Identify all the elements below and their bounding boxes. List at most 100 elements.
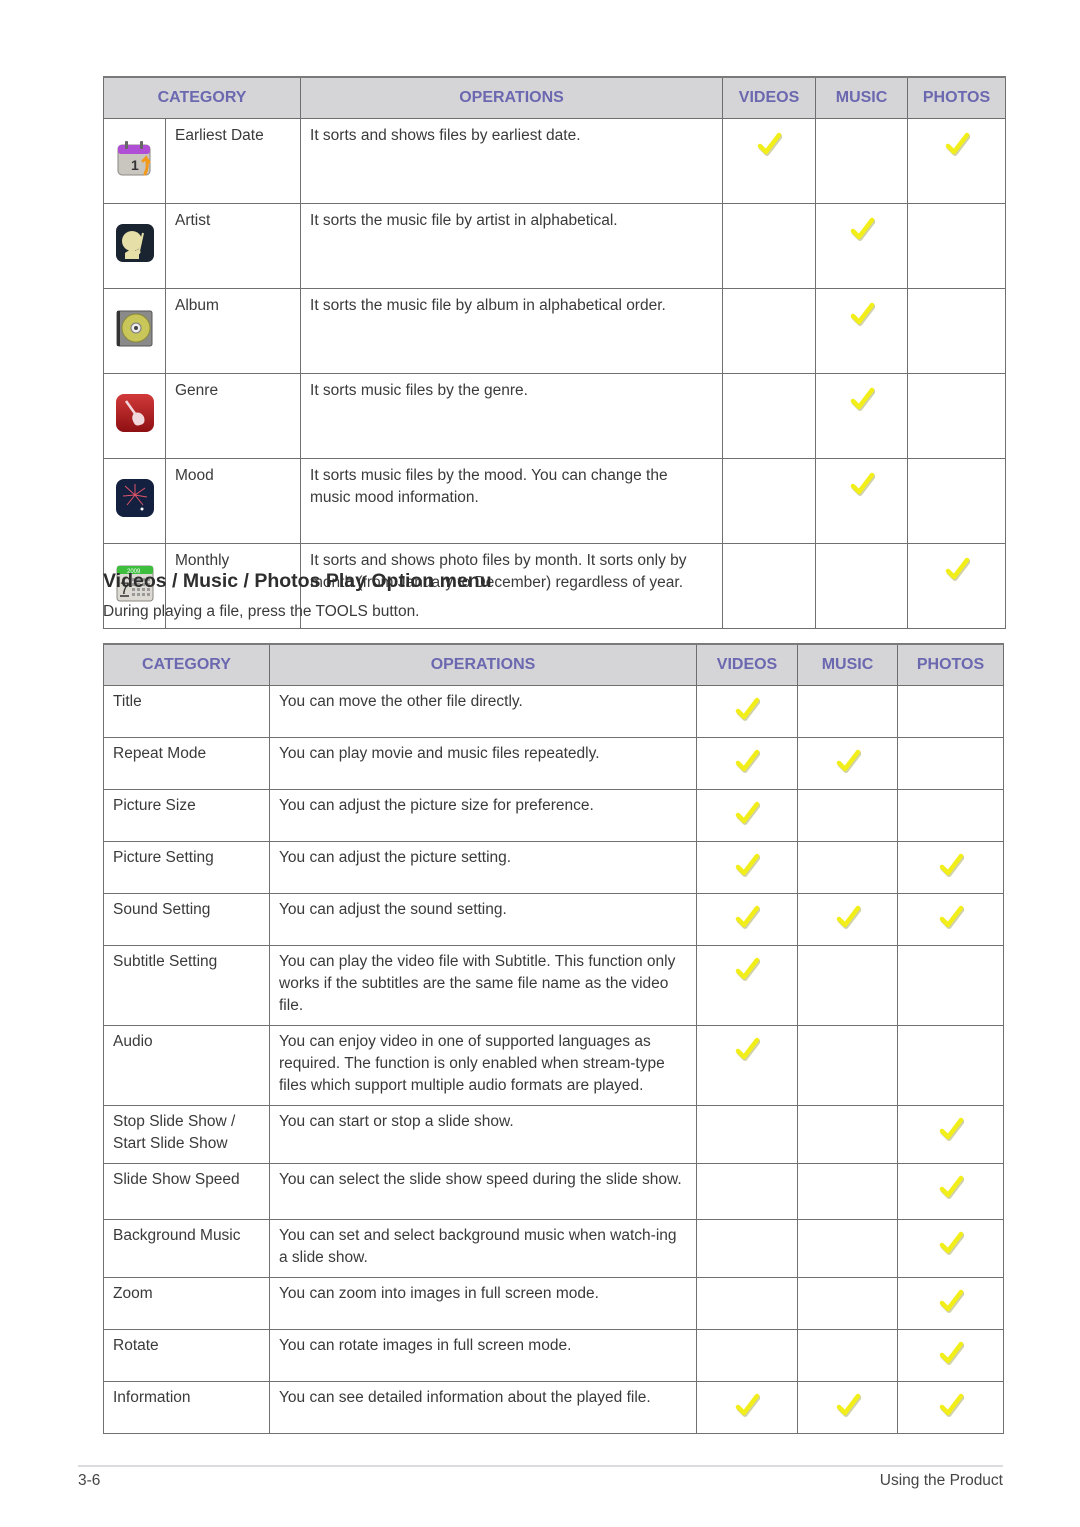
- photos-support-cell: [897, 685, 1004, 738]
- category-cell: Picture Size: [103, 789, 270, 842]
- checkmark-icon: [849, 302, 875, 331]
- page-number: 3-6: [78, 1472, 101, 1489]
- photos-support-cell: [907, 373, 1007, 459]
- album-cd-icon: [115, 308, 155, 348]
- music-support-cell: [797, 1329, 898, 1382]
- music-support-cell: [797, 737, 898, 790]
- videos-support-cell: [696, 685, 798, 738]
- category-cell: Earliest Date: [164, 118, 302, 204]
- header-category: CATEGORY: [102, 76, 302, 119]
- header-videos: VIDEOS: [722, 76, 817, 119]
- photos-support-cell: [897, 1219, 1004, 1278]
- table-row: Subtitle Setting You can play the video f…: [103, 945, 1004, 1026]
- videos-support-cell: [696, 737, 798, 790]
- table-row: Stop Slide Show / Start Slide Show You ca…: [103, 1105, 1004, 1164]
- table-row: Repeat Mode You can play movie and music …: [103, 737, 1004, 790]
- operation-cell: It sorts music files by the genre.: [300, 373, 724, 459]
- checkmark-icon: [938, 1393, 964, 1422]
- table-row: Audio You can enjoy video in one of suppo…: [103, 1025, 1004, 1106]
- category-cell: Zoom: [103, 1277, 270, 1330]
- operation-cell: You can adjust the picture setting.: [269, 841, 697, 894]
- table-row: Picture Setting You can adjust the pictur…: [103, 841, 1004, 894]
- videos-support-cell: [722, 118, 817, 204]
- music-support-cell: [797, 893, 898, 946]
- category-cell: Subtitle Setting: [103, 945, 270, 1026]
- videos-support-cell: [696, 1381, 798, 1434]
- checkmark-icon: [938, 1289, 964, 1318]
- operation-cell: It sorts and shows files by earliest dat…: [300, 118, 724, 204]
- header-operations: OPERATIONS: [300, 76, 724, 119]
- table-row: Picture Size You can adjust the picture s…: [103, 789, 1004, 842]
- checkmark-icon: [734, 697, 760, 726]
- category-icon-cell: 1: [103, 118, 166, 204]
- table-row: Background Music You can set and select b…: [103, 1219, 1004, 1278]
- table-row: Information You can see detailed informat…: [103, 1381, 1004, 1434]
- photos-support-cell: [907, 543, 1007, 629]
- photos-support-cell: [897, 893, 1004, 946]
- photos-support-cell: [897, 945, 1004, 1026]
- photos-support-cell: [907, 118, 1007, 204]
- header-photos: PHOTOS: [907, 76, 1007, 119]
- operation-cell: You can enjoy video in one of supported …: [269, 1025, 697, 1106]
- category-cell: Slide Show Speed: [103, 1163, 270, 1220]
- videos-support-cell: [722, 203, 817, 289]
- videos-support-cell: [696, 841, 798, 894]
- fireworks-icon: [115, 478, 155, 518]
- music-support-cell: [797, 945, 898, 1026]
- checkmark-icon: [734, 1393, 760, 1422]
- category-cell: Sound Setting: [103, 893, 270, 946]
- svg-text:1: 1: [131, 157, 139, 173]
- operation-cell: You can zoom into images in full screen …: [269, 1277, 697, 1330]
- header-videos: VIDEOS: [696, 643, 798, 686]
- videos-support-cell: [722, 543, 817, 629]
- music-support-cell: [797, 1025, 898, 1106]
- videos-support-cell: [696, 1163, 798, 1220]
- category-cell: Rotate: [103, 1329, 270, 1382]
- checkmark-icon: [835, 905, 861, 934]
- checkmark-icon: [734, 1037, 760, 1066]
- music-support-cell: [815, 373, 909, 459]
- category-cell: Background Music: [103, 1219, 270, 1278]
- category-cell: Mood: [164, 458, 302, 544]
- category-cell: Repeat Mode: [103, 737, 270, 790]
- music-support-cell: [797, 1105, 898, 1164]
- music-support-cell: [815, 458, 909, 544]
- videos-support-cell: [696, 1025, 798, 1106]
- music-support-cell: [797, 1277, 898, 1330]
- table-row: Mood It sorts music files by the mood. Yo…: [103, 458, 1007, 544]
- calendar-sort-icon: 1: [115, 138, 155, 178]
- category-cell: Title: [103, 685, 270, 738]
- category-cell: Genre: [164, 373, 302, 459]
- checkmark-icon: [734, 749, 760, 778]
- operation-cell: You can move the other file directly.: [269, 685, 697, 738]
- header-operations: OPERATIONS: [269, 643, 697, 686]
- checkmark-icon: [849, 472, 875, 501]
- photos-support-cell: [907, 203, 1007, 289]
- videos-support-cell: [696, 893, 798, 946]
- footer-divider: [78, 1465, 1003, 1467]
- category-cell: Stop Slide Show / Start Slide Show: [103, 1105, 270, 1164]
- category-icon-cell: [103, 458, 166, 544]
- videos-support-cell: [722, 458, 817, 544]
- sort-categories-table: CATEGORY OPERATIONS VIDEOS MUSIC PHOTOS …: [102, 76, 1007, 629]
- videos-support-cell: [696, 789, 798, 842]
- header-music: MUSIC: [797, 643, 898, 686]
- category-cell: Picture Setting: [103, 841, 270, 894]
- category-cell: Audio: [103, 1025, 270, 1106]
- checkmark-icon: [938, 1175, 964, 1204]
- photos-support-cell: [897, 737, 1004, 790]
- photos-support-cell: [897, 789, 1004, 842]
- operation-cell: You can rotate images in full screen mod…: [269, 1329, 697, 1382]
- table-row: Slide Show Speed You can select the slide…: [103, 1163, 1004, 1220]
- checkmark-icon: [835, 749, 861, 778]
- photos-support-cell: [897, 1381, 1004, 1434]
- category-icon-cell: [103, 203, 166, 289]
- header-music: MUSIC: [815, 76, 909, 119]
- category-cell: Artist: [164, 203, 302, 289]
- music-support-cell: [815, 288, 909, 374]
- table-row: Genre It sorts music files by the genre.: [103, 373, 1007, 459]
- photos-support-cell: [897, 1105, 1004, 1164]
- photos-support-cell: [897, 1163, 1004, 1220]
- music-support-cell: [815, 543, 909, 629]
- videos-support-cell: [696, 1277, 798, 1330]
